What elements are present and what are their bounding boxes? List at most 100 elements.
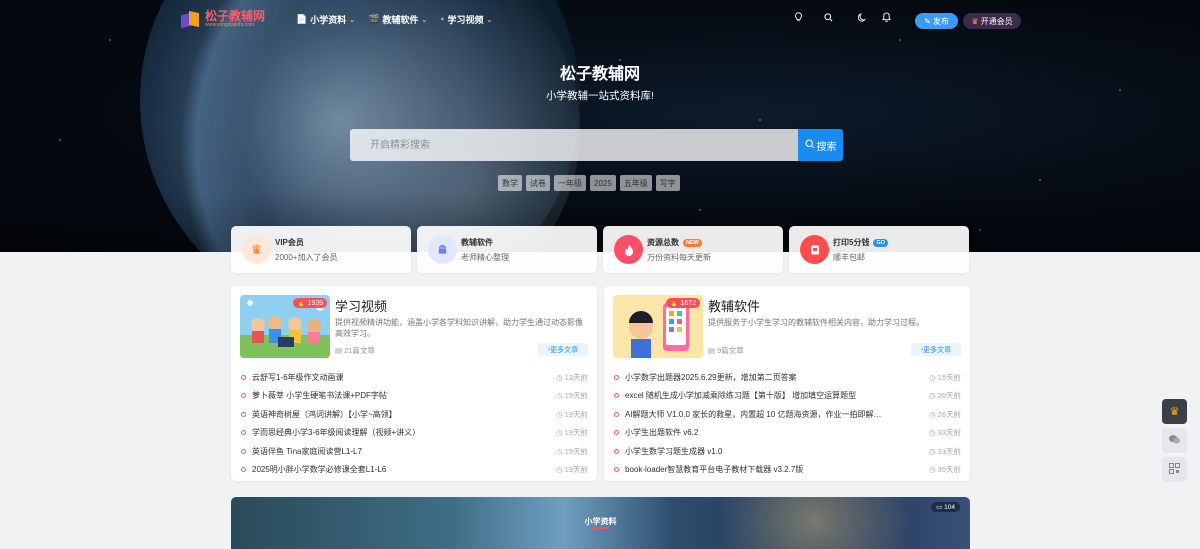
feature-card-print[interactable]: 打印5分钱 GO 顺丰包邮 xyxy=(789,226,969,273)
nav-item-software[interactable]: 🎬 教辅软件 ⌄ xyxy=(368,13,427,26)
site-logo[interactable]: 松子教辅网 www.songzijiaofu.com xyxy=(181,10,265,29)
banner-title: 小学资料 xyxy=(584,517,617,526)
bell-icon[interactable] xyxy=(878,12,894,25)
printer-icon xyxy=(800,235,829,264)
clock-icon: ◷ xyxy=(929,372,936,382)
view-count-badge: 🔥 1672 xyxy=(665,298,700,308)
nav-item-primary-materials[interactable]: 📄 小学资料 ⌄ xyxy=(296,13,355,26)
banner-underline xyxy=(591,527,609,529)
list-item[interactable]: 英语伴鱼 Tina家庭阅读营L1-L7 ◷ 19天前 xyxy=(241,442,588,461)
tag-chip[interactable]: 写字 xyxy=(655,175,680,191)
tag-chip[interactable]: 五年级 xyxy=(619,175,652,191)
post-time: ◷ 26天前 xyxy=(929,409,961,419)
card-title[interactable]: 教辅软件 xyxy=(708,296,760,315)
bullet-icon xyxy=(241,374,246,380)
list-item[interactable]: AI解题大师 V1.0.0 家长的救星，内置超 10 亿题海资源，作业一拍即解…… xyxy=(614,405,961,424)
feature-card-vip[interactable]: ♛ VIP会员 2000+加入了会员 xyxy=(231,226,411,273)
video-dot-icon: ● xyxy=(440,16,445,23)
vip-float-button[interactable]: ♛ xyxy=(1162,399,1187,424)
publish-button[interactable]: ✎ 发布 xyxy=(915,13,958,29)
post-time: ◷ 15天前 xyxy=(929,372,961,382)
search-button-label: 搜索 xyxy=(816,141,837,153)
feature-title: 资源总数 xyxy=(647,238,679,247)
moon-icon[interactable] xyxy=(854,12,870,25)
folder-icon: ▭ xyxy=(936,504,943,511)
banner-count: 104 xyxy=(944,504,955,511)
search-icon[interactable] xyxy=(820,12,836,25)
feature-desc: 老师精心整理 xyxy=(461,253,509,262)
article-count: 21篇文章 xyxy=(344,346,375,355)
tag-chip[interactable]: 一年级 xyxy=(554,175,586,191)
category-banner[interactable]: 小学资料 ▭ 104 xyxy=(231,497,970,549)
list-item[interactable]: 小学生出题软件 v6.2 ◷ 33天前 xyxy=(614,424,961,443)
post-title: 小学生数学习题生成器 v1.0 xyxy=(625,446,723,456)
post-time: ◷ 13天前 xyxy=(556,372,588,382)
list-item[interactable]: 萝卜薇莘 小学生硬笔书法课+PDF字帖 ◷ 19天前 xyxy=(241,387,588,406)
list-item[interactable]: 2025明小胖小学数学必修课全套L1-L6 ◷ 19天前 xyxy=(241,461,588,480)
hot-tags: 数学 试卷 一年级 2025 五年级 写字 xyxy=(498,175,680,191)
list-item[interactable]: 学而思经典小学3-6年级阅读理解（视频+讲义） ◷ 19天前 xyxy=(241,424,588,443)
list-item[interactable]: 云舒写1-6年级作文动画课 ◷ 13天前 xyxy=(241,368,588,387)
more-articles-button[interactable]: › 更多文章 xyxy=(911,343,961,356)
card-meta: ▤ 9篇文章 xyxy=(708,345,744,356)
nav-item-label: 小学资料 xyxy=(310,15,347,25)
feature-desc: 2000+加入了会员 xyxy=(275,253,338,262)
more-articles-button[interactable]: › 更多文章 xyxy=(538,343,588,356)
more-label: 更多文章 xyxy=(923,346,952,354)
article-count: 9篇文章 xyxy=(717,346,744,355)
hero-banner xyxy=(0,0,1200,252)
post-title: 英语神奇树屋（鸿词讲解）【小学~高领】 xyxy=(252,409,397,419)
feature-card-resources[interactable]: 资源总数 NEW 万份资料每天更新 xyxy=(603,226,783,273)
search-button[interactable]: 搜索 xyxy=(798,129,843,161)
logo-book-icon xyxy=(181,10,201,29)
post-title: AI解题大师 V1.0.0 家长的救星，内置超 10 亿题海资源，作业一拍即解… xyxy=(625,409,882,419)
search-input[interactable] xyxy=(350,129,799,161)
list-item[interactable]: excel 随机生成小学加减乘除练习题【第十版】 增加填空运算题型 ◷ 20天前 xyxy=(614,387,961,406)
clock-icon: ◷ xyxy=(556,465,563,475)
side-float-toolbar: ♛ xyxy=(1162,399,1187,482)
card-title[interactable]: 学习视频 xyxy=(335,296,387,315)
tag-chip[interactable]: 2025 xyxy=(590,175,616,191)
post-time: ◷ 20天前 xyxy=(929,391,961,401)
post-title: 学而思经典小学3-6年级阅读理解（视频+讲义） xyxy=(252,428,421,438)
list-item[interactable]: 英语神奇树屋（鸿词讲解）【小学~高领】 ◷ 19天前 xyxy=(241,405,588,424)
view-count: 1672 xyxy=(680,299,696,307)
nav-item-videos[interactable]: ● 学习视频 ⌄ xyxy=(440,13,492,26)
lightbulb-icon[interactable] xyxy=(790,12,806,25)
list-item[interactable]: 小学生数学习题生成器 v1.0 ◷ 33天前 xyxy=(614,442,961,461)
feature-card-software[interactable]: 教辅软件 老师精心整理 xyxy=(417,226,597,273)
nav-menu: 📄 小学资料 ⌄ 🎬 教辅软件 ⌄ ● 学习视频 ⌄ xyxy=(296,13,492,26)
clock-icon: ◷ xyxy=(929,465,936,475)
list-item[interactable]: book-loader智慧教育平台电子教材下载器 v3.2.7版 ◷ 35天前 xyxy=(614,461,961,480)
bullet-icon xyxy=(614,374,619,380)
bullet-icon xyxy=(614,411,619,417)
post-title: 2025明小胖小学数学必修课全套L1-L6 xyxy=(252,465,387,475)
feature-title: 教辅软件 xyxy=(461,238,493,247)
clock-icon: ◷ xyxy=(929,428,936,438)
film-icon: 🎬 xyxy=(368,14,380,24)
post-title: 英语伴鱼 Tina家庭阅读营L1-L7 xyxy=(252,446,362,456)
bullet-icon xyxy=(614,467,619,473)
category-thumbnail[interactable]: 🔥 1672 xyxy=(613,295,703,358)
clock-icon: ◷ xyxy=(556,428,563,438)
nav-item-label: 教辅软件 xyxy=(382,15,419,25)
bullet-icon xyxy=(241,411,246,417)
chevron-down-icon: ⌄ xyxy=(349,16,356,24)
clock-icon: ◷ xyxy=(929,409,936,419)
post-time: ◷ 19天前 xyxy=(556,428,588,438)
post-title: book-loader智慧教育平台电子教材下载器 v3.2.7版 xyxy=(625,465,804,475)
post-title: 小学生出题软件 v6.2 xyxy=(625,428,699,438)
wechat-float-button[interactable] xyxy=(1162,428,1187,453)
bullet-icon xyxy=(241,467,246,473)
post-time: ◷ 33天前 xyxy=(929,446,961,456)
tag-chip[interactable]: 数学 xyxy=(498,175,522,191)
qrcode-float-button[interactable] xyxy=(1162,457,1187,482)
clock-icon: ◷ xyxy=(556,409,563,419)
vip-button[interactable]: ♛ 开通会员 xyxy=(963,13,1021,29)
bullet-icon xyxy=(614,430,619,436)
post-title: 萝卜薇莘 小学生硬笔书法课+PDF字帖 xyxy=(252,391,387,401)
wechat-icon xyxy=(1168,434,1181,448)
tag-chip[interactable]: 试卷 xyxy=(526,175,550,191)
category-thumbnail[interactable]: 🔥 1939 xyxy=(240,295,330,358)
list-item[interactable]: 小学数学出题器2025.6.29更新，增加第二页答案 ◷ 15天前 xyxy=(614,368,961,387)
